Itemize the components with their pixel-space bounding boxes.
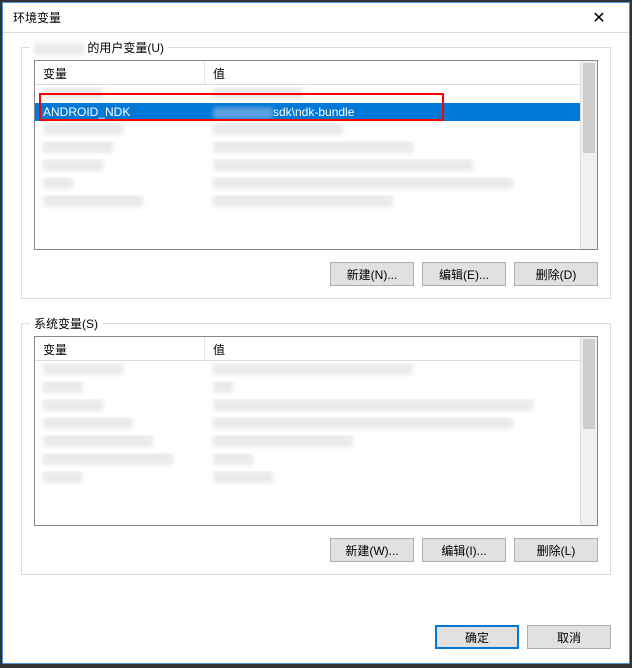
column-variable[interactable]: 变量 (35, 61, 205, 84)
table-header: 变量 值 (35, 61, 597, 85)
table-row[interactable] (35, 361, 597, 379)
table-row[interactable] (35, 121, 597, 139)
edit-system-var-button[interactable]: 编辑(I)... (422, 538, 506, 562)
vertical-scrollbar[interactable] (580, 337, 597, 525)
redacted (213, 87, 303, 99)
scroll-thumb[interactable] (583, 63, 595, 153)
table-row[interactable] (35, 379, 597, 397)
redacted (43, 195, 143, 207)
scroll-thumb[interactable] (583, 339, 595, 429)
redacted (43, 471, 83, 483)
redacted (213, 195, 393, 207)
redacted (43, 417, 133, 429)
redacted (43, 123, 123, 135)
table-row[interactable] (35, 193, 597, 211)
new-user-var-button[interactable]: 新建(N)... (330, 262, 414, 286)
table-row[interactable] (35, 139, 597, 157)
column-value[interactable]: 值 (205, 61, 597, 84)
redacted (213, 453, 253, 465)
redacted (213, 471, 273, 483)
redacted (43, 435, 153, 447)
window-title: 环境变量 (13, 9, 579, 26)
redacted (213, 363, 413, 375)
table-header: 变量 值 (35, 337, 597, 361)
redacted (213, 159, 473, 171)
close-button[interactable]: ✕ (579, 3, 619, 33)
redacted (213, 435, 353, 447)
edit-user-var-button[interactable]: 编辑(E)... (422, 262, 506, 286)
redacted (213, 123, 343, 135)
ok-button[interactable]: 确定 (435, 625, 519, 649)
user-group-label-suffix: 的用户变量(U) (87, 41, 164, 55)
environment-variables-dialog: 环境变量 ✕ 的用户变量(U) 变量 值 (2, 2, 630, 664)
redacted (43, 87, 103, 99)
table-body: ANDROID_NDK sdk\ndk-bundle (35, 85, 597, 211)
table-row[interactable] (35, 433, 597, 451)
user-variables-group: 的用户变量(U) 变量 值 ANDROID_NDK sdk\ndk-bundle (21, 47, 611, 299)
table-row[interactable] (35, 157, 597, 175)
user-button-row: 新建(N)... 编辑(E)... 删除(D) (34, 262, 598, 286)
redacted (43, 453, 173, 465)
redacted (43, 399, 103, 411)
redacted (213, 399, 533, 411)
redacted (213, 381, 233, 393)
titlebar[interactable]: 环境变量 ✕ (3, 3, 629, 33)
delete-system-var-button[interactable]: 删除(L) (514, 538, 598, 562)
vertical-scrollbar[interactable] (580, 61, 597, 249)
redacted (213, 417, 513, 429)
table-row-selected[interactable]: ANDROID_NDK sdk\ndk-bundle (35, 103, 597, 121)
table-row[interactable] (35, 415, 597, 433)
content-area: 的用户变量(U) 变量 值 ANDROID_NDK sdk\ndk-bundle (3, 33, 629, 613)
redacted (213, 141, 413, 153)
table-row[interactable] (35, 451, 597, 469)
redacted (43, 177, 73, 189)
cancel-button[interactable]: 取消 (527, 625, 611, 649)
user-group-label: 的用户变量(U) (30, 39, 168, 56)
redacted (43, 141, 113, 153)
delete-user-var-button[interactable]: 删除(D) (514, 262, 598, 286)
table-row[interactable] (35, 175, 597, 193)
redacted (213, 177, 513, 189)
redacted (43, 381, 83, 393)
system-group-label: 系统变量(S) (30, 315, 102, 332)
dialog-footer: 确定 取消 (435, 625, 611, 649)
redacted-username (34, 43, 84, 55)
table-body (35, 361, 597, 487)
user-variables-table[interactable]: 变量 值 ANDROID_NDK sdk\ndk-bundle (34, 60, 598, 250)
system-variables-table[interactable]: 变量 值 (34, 336, 598, 526)
new-system-var-button[interactable]: 新建(W)... (330, 538, 414, 562)
cell-variable: ANDROID_NDK (35, 105, 205, 119)
table-row[interactable] (35, 397, 597, 415)
redacted (213, 107, 273, 119)
table-row[interactable] (35, 469, 597, 487)
table-row[interactable] (35, 85, 597, 103)
redacted (43, 363, 123, 375)
redacted (43, 159, 103, 171)
column-value[interactable]: 值 (205, 337, 597, 360)
column-variable[interactable]: 变量 (35, 337, 205, 360)
cell-value: sdk\ndk-bundle (205, 105, 597, 119)
system-variables-group: 系统变量(S) 变量 值 (21, 323, 611, 575)
system-button-row: 新建(W)... 编辑(I)... 删除(L) (34, 538, 598, 562)
